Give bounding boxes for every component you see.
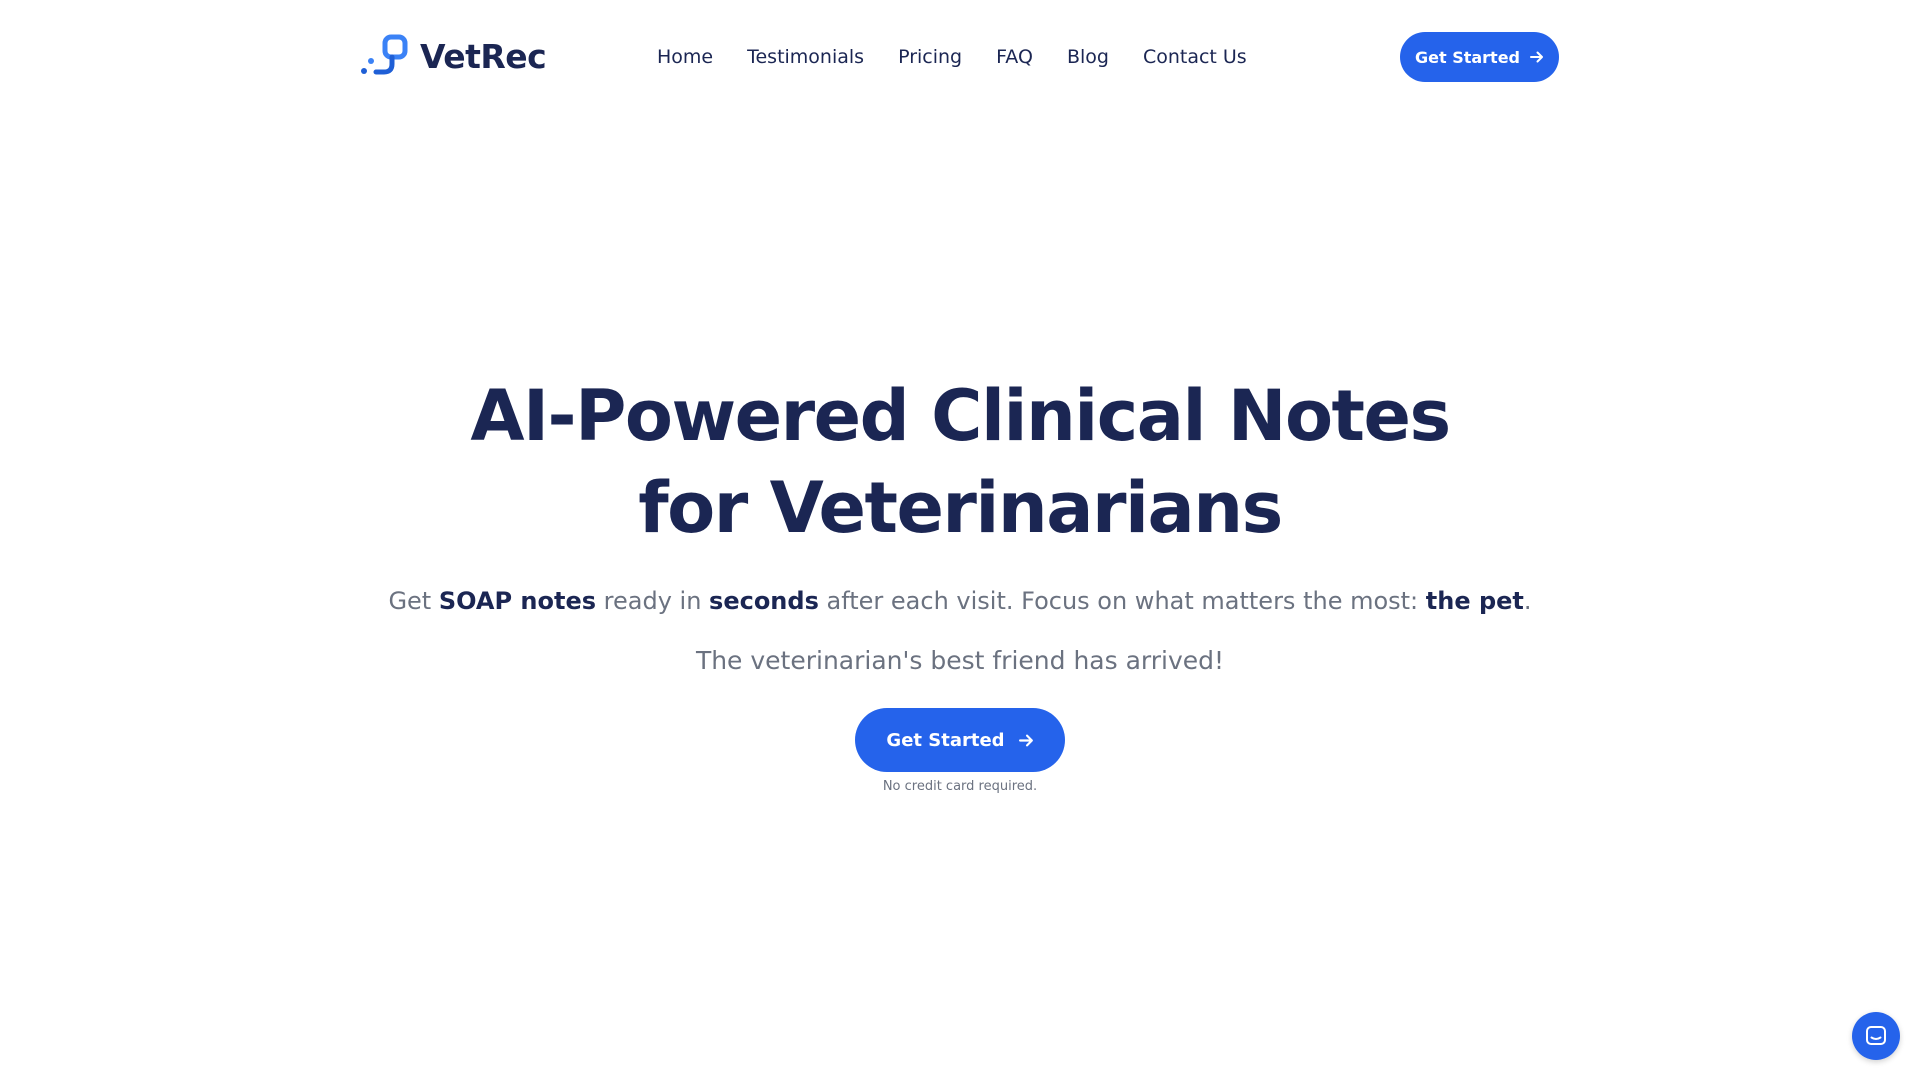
hero-get-started-button[interactable]: Get Started — [855, 708, 1065, 772]
hero-section: AI-Powered Clinical Notes for Veterinari… — [0, 370, 1920, 794]
logo-link[interactable]: VetRec — [360, 34, 547, 78]
subtitle-highlight-soap-notes: SOAP notes — [438, 587, 597, 615]
nav-blog[interactable]: Blog — [1067, 46, 1109, 68]
subtitle-text-2: ready in — [596, 587, 710, 615]
chat-launcher-button[interactable] — [1852, 1012, 1900, 1060]
chat-bubble-icon — [1866, 1026, 1886, 1045]
no-credit-card-note: No credit card required. — [882, 779, 1038, 794]
subtitle-text-4: . — [1523, 587, 1532, 615]
hero-tagline: The veterinarian's best friend has arriv… — [695, 646, 1225, 675]
subtitle-text-3: after each visit. Focus on what matters … — [818, 587, 1426, 615]
site-header: VetRec Home Testimonials Pricing FAQ Blo… — [0, 0, 1920, 115]
header-get-started-label: Get Started — [1414, 47, 1520, 67]
nav-pricing[interactable]: Pricing — [898, 46, 962, 68]
hero-title: AI-Powered Clinical Notes for Veterinari… — [470, 375, 1451, 549]
header-get-started-button[interactable]: Get Started — [1400, 32, 1559, 82]
subtitle-highlight-the-pet: the pet — [1425, 587, 1524, 615]
arrow-right-icon — [1018, 734, 1033, 746]
brand-name: VetRec — [420, 36, 547, 76]
nav-testimonials[interactable]: Testimonials — [747, 46, 864, 68]
subtitle-highlight-seconds: seconds — [709, 587, 819, 615]
nav-contact-us[interactable]: Contact Us — [1143, 46, 1247, 68]
main-nav: Home Testimonials Pricing FAQ Blog Conta… — [657, 40, 1247, 74]
arrow-right-icon — [1530, 51, 1543, 63]
subtitle-text-1: Get — [388, 587, 439, 615]
hero-subtitle: Get SOAP notes ready in seconds after ea… — [0, 584, 1920, 618]
nav-home[interactable]: Home — [657, 46, 713, 68]
vetrec-logo-icon — [361, 34, 408, 75]
nav-faq[interactable]: FAQ — [996, 46, 1033, 68]
hero-get-started-label: Get Started — [886, 729, 1005, 751]
